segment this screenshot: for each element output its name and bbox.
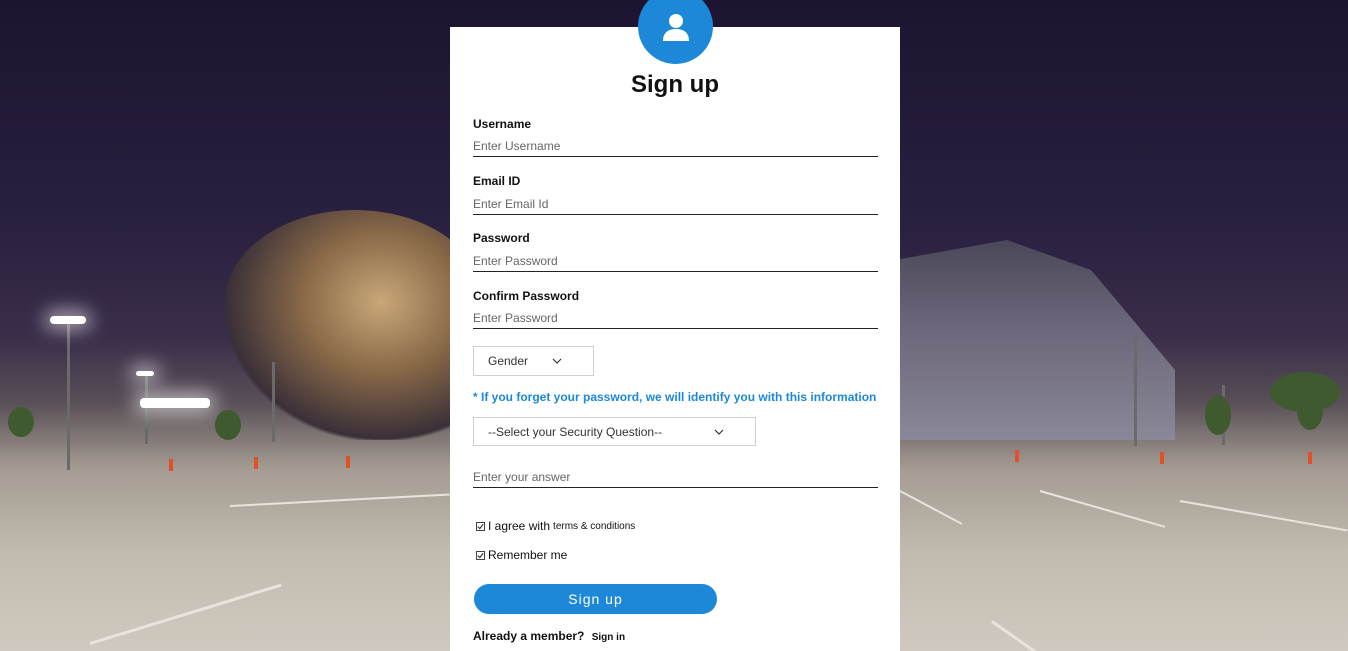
light-pole bbox=[145, 374, 148, 444]
page-title: Sign up bbox=[631, 71, 719, 98]
remember-checkbox[interactable] bbox=[476, 550, 485, 560]
parking-line bbox=[229, 493, 450, 507]
stadium-arch bbox=[895, 240, 1175, 440]
already-member-row: Already a member? Sign in bbox=[473, 629, 625, 643]
stadium-light bbox=[136, 371, 154, 376]
agree-terms-row[interactable]: I agree with terms & conditions bbox=[476, 519, 635, 533]
parking-line bbox=[899, 490, 963, 525]
tree bbox=[1270, 372, 1340, 412]
tree bbox=[1205, 395, 1231, 435]
traffic-cone bbox=[254, 457, 258, 469]
email-label: Email ID bbox=[473, 174, 521, 188]
parking-line bbox=[1179, 500, 1348, 532]
agree-label: I agree with bbox=[488, 519, 551, 533]
tree bbox=[8, 407, 34, 437]
checkmark-icon bbox=[477, 523, 484, 529]
traffic-cone bbox=[346, 456, 350, 468]
checkmark-icon bbox=[477, 552, 484, 558]
chevron-down-icon bbox=[552, 358, 562, 364]
username-label: Username bbox=[473, 117, 532, 131]
light-pole bbox=[67, 320, 70, 470]
chevron-down-icon bbox=[714, 429, 724, 435]
light-pole bbox=[272, 362, 275, 442]
stadium-dome bbox=[225, 210, 485, 440]
security-hint: * If you forget your password, we will i… bbox=[473, 390, 877, 404]
traffic-cone bbox=[1015, 450, 1019, 462]
security-answer-input[interactable] bbox=[473, 466, 878, 488]
tree bbox=[215, 410, 241, 440]
parking-line bbox=[1039, 490, 1166, 528]
remember-me-row[interactable]: Remember me bbox=[476, 548, 567, 562]
security-question-select[interactable]: --Select your Security Question-- bbox=[473, 417, 756, 446]
signup-button[interactable]: Sign up bbox=[474, 584, 717, 614]
email-input[interactable] bbox=[473, 193, 878, 215]
password-input[interactable] bbox=[473, 250, 878, 272]
user-icon bbox=[662, 13, 689, 41]
traffic-cone bbox=[169, 459, 173, 471]
username-input[interactable] bbox=[473, 135, 878, 157]
traffic-cone bbox=[1160, 452, 1164, 464]
traffic-cone bbox=[1308, 452, 1312, 464]
parking-line bbox=[89, 583, 282, 645]
stadium-light bbox=[50, 316, 86, 324]
password-label: Password bbox=[473, 231, 530, 245]
terms-link[interactable]: terms & conditions bbox=[553, 521, 635, 532]
stadium-light bbox=[140, 398, 210, 408]
remember-label: Remember me bbox=[488, 548, 568, 562]
light-pole bbox=[1134, 336, 1137, 446]
gender-select[interactable]: Gender bbox=[473, 346, 594, 376]
signin-link[interactable]: Sign in bbox=[592, 632, 625, 643]
confirm-password-input[interactable] bbox=[473, 307, 878, 329]
already-member-text: Already a member? bbox=[473, 629, 585, 643]
parking-line bbox=[991, 620, 1043, 651]
confirm-password-label: Confirm Password bbox=[473, 289, 580, 303]
agree-checkbox[interactable] bbox=[476, 521, 485, 531]
security-question-value: --Select your Security Question-- bbox=[488, 424, 663, 439]
gender-select-value: Gender bbox=[488, 354, 529, 368]
